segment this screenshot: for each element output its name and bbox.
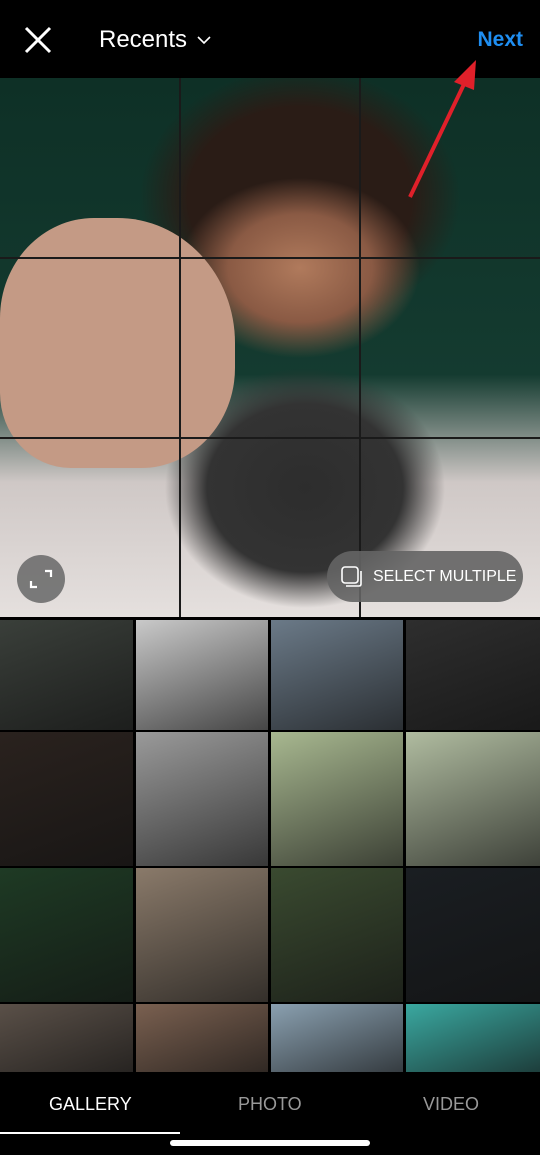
gallery-thumbnail[interactable]: [0, 868, 133, 1002]
thumbnail-grid: [0, 620, 540, 1072]
bottom-tabs: GALLERY PHOTO VIDEO: [0, 1072, 540, 1155]
crop-grid-line: [0, 257, 540, 259]
gallery-thumbnail[interactable]: [406, 1004, 540, 1072]
expand-button[interactable]: [17, 555, 65, 603]
gallery-thumbnail[interactable]: [136, 868, 268, 1002]
gallery-thumbnail[interactable]: [0, 732, 133, 866]
home-indicator[interactable]: [170, 1140, 370, 1146]
gallery-thumbnail[interactable]: [271, 1004, 403, 1072]
preview-photo-hand: [0, 218, 235, 468]
gallery-thumbnail[interactable]: [406, 868, 540, 1002]
gallery-thumbnail[interactable]: [136, 732, 268, 866]
red-arrow-annotation: [408, 60, 476, 198]
tab-video[interactable]: VIDEO: [423, 1094, 479, 1115]
select-multiple-button[interactable]: SELECT MULTIPLE: [327, 551, 523, 602]
stack-icon: [341, 565, 362, 587]
expand-icon: [29, 569, 53, 589]
gallery-thumbnail[interactable]: [0, 620, 133, 730]
tab-gallery[interactable]: GALLERY: [49, 1094, 132, 1115]
gallery-thumbnail[interactable]: [136, 1004, 268, 1072]
gallery-thumbnail[interactable]: [271, 620, 403, 730]
tab-photo[interactable]: PHOTO: [238, 1094, 302, 1115]
gallery-thumbnail[interactable]: [271, 868, 403, 1002]
gallery-thumbnail[interactable]: [406, 732, 540, 866]
crop-grid-line: [0, 437, 540, 439]
gallery-thumbnail[interactable]: [271, 732, 403, 866]
gallery-thumbnail[interactable]: [406, 620, 540, 730]
gallery-thumbnail[interactable]: [0, 1004, 133, 1072]
active-tab-indicator: [0, 1132, 180, 1134]
select-multiple-label: SELECT MULTIPLE: [373, 567, 517, 585]
gallery-thumbnail[interactable]: [136, 620, 268, 730]
